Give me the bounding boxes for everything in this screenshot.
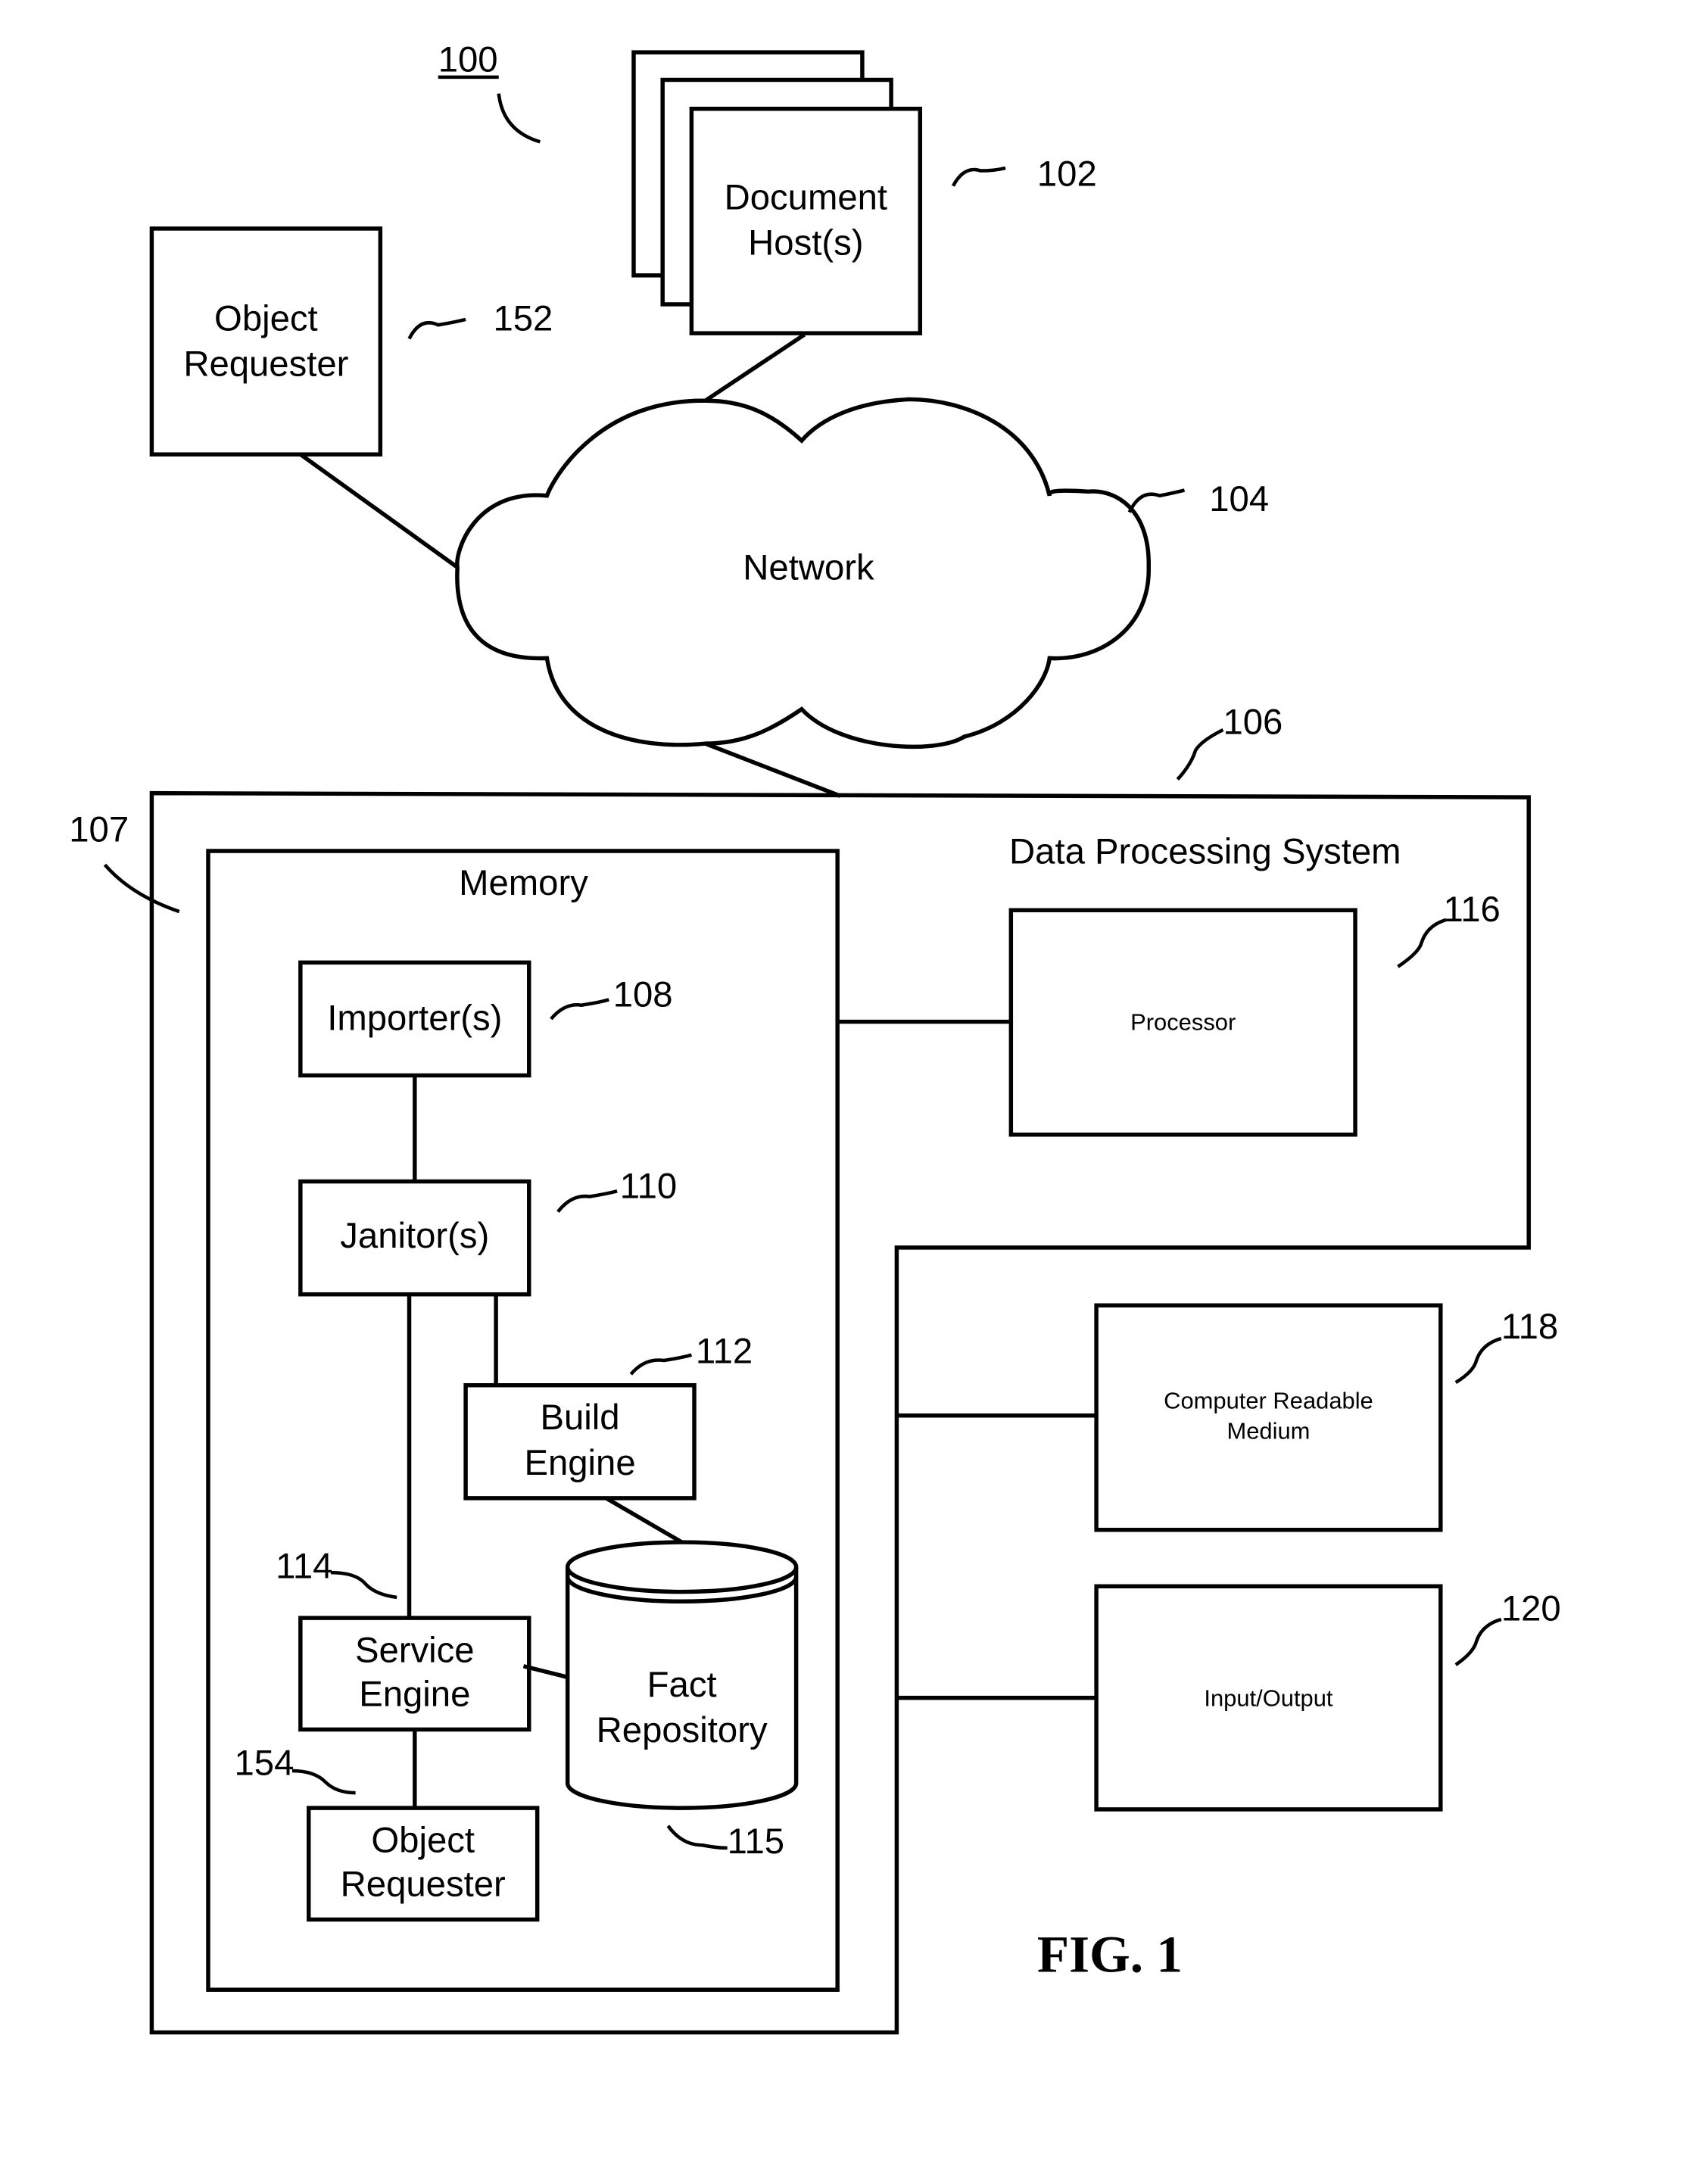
ref-100: 100 <box>438 40 498 80</box>
figure-caption: FIG. 1 <box>1037 1925 1183 1984</box>
object-requester-label-2: Requester <box>183 344 348 385</box>
ref-116-leader <box>1397 918 1447 968</box>
fact-repository-label-1: Fact <box>647 1665 717 1705</box>
crm-label-1: Computer Readable <box>1164 1388 1373 1414</box>
document-hosts-label-2: Host(s) <box>748 223 863 263</box>
document-hosts[interactable]: Document Host(s) <box>631 50 923 335</box>
service-engine-label-2: Engine <box>359 1675 470 1715</box>
network-cloud[interactable]: Network <box>455 397 1151 750</box>
ref-120: 120 <box>1501 1589 1561 1629</box>
input-output-label: Input/Output <box>1204 1685 1333 1712</box>
ref-106-leader <box>1176 728 1224 781</box>
ref-118-leader <box>1454 1336 1502 1385</box>
ref-107-leader <box>103 863 180 914</box>
link-requester-network <box>299 452 459 569</box>
memory-label: Memory <box>459 863 588 903</box>
ref-152: 152 <box>493 299 553 339</box>
object-requester-external[interactable]: Object Requester <box>149 226 383 457</box>
ref-100-leader <box>497 93 541 144</box>
ref-108: 108 <box>613 975 673 1015</box>
ref-102: 102 <box>1037 154 1097 195</box>
object-requester-internal-label-1: Object <box>371 1820 475 1860</box>
processor-label: Processor <box>1130 1008 1236 1035</box>
dps-label: Data Processing System <box>1009 831 1401 871</box>
ref-104-leader <box>1127 488 1186 513</box>
document-host-front <box>689 106 923 335</box>
fact-repository[interactable]: Fact Repository <box>565 1540 799 1810</box>
crm-label-2: Medium <box>1226 1418 1310 1445</box>
document-hosts-label-1: Document <box>725 177 887 217</box>
ref-114: 114 <box>276 1546 332 1586</box>
object-requester-internal-label-2: Requester <box>341 1865 506 1905</box>
service-engine-label-1: Service <box>355 1630 475 1670</box>
ref-116: 116 <box>1443 890 1500 930</box>
cylinder-top <box>565 1540 799 1594</box>
ref-106: 106 <box>1223 702 1283 742</box>
build-engine-label-2: Engine <box>524 1443 635 1483</box>
network-label: Network <box>743 548 874 588</box>
ref-104: 104 <box>1209 479 1269 519</box>
fact-repository-label-2: Repository <box>597 1710 768 1750</box>
ref-154: 154 <box>235 1743 295 1783</box>
janitors-label: Janitor(s) <box>340 1216 489 1256</box>
ref-112: 112 <box>696 1332 753 1372</box>
ref-110: 110 <box>620 1166 677 1206</box>
link-network-dps <box>704 741 841 798</box>
ref-102-leader <box>951 166 1006 187</box>
ref-120-leader <box>1454 1617 1502 1666</box>
ref-152-leader <box>407 317 466 340</box>
link-hosts-network <box>704 332 806 403</box>
ref-107: 107 <box>69 809 129 849</box>
ref-115: 115 <box>728 1822 784 1862</box>
build-engine-label-1: Build <box>541 1398 620 1438</box>
importers-label: Importer(s) <box>327 998 502 1038</box>
object-requester-label-1: Object <box>214 299 318 339</box>
object-requester-box <box>149 226 383 457</box>
ref-118: 118 <box>1501 1307 1558 1347</box>
patent-diagram: 100 Document Host(s) 102 Object Requeste… <box>69 40 1561 2035</box>
